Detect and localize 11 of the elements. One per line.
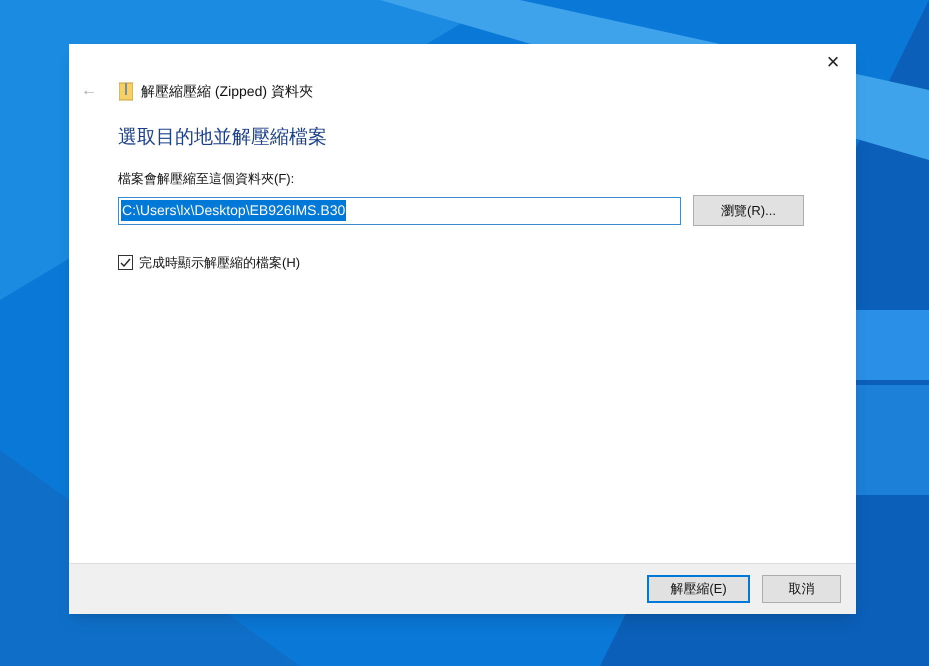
dialog-button[interactable]: 取消 xyxy=(762,575,841,603)
checkbox-label: 完成時顯示解壓縮的檔案(H) xyxy=(139,254,300,272)
dialog-heading: 選取目的地並解壓縮檔案 xyxy=(118,126,328,150)
destination-field[interactable]: C:\Users\lx\Desktop\EB926IMS.B30 xyxy=(118,196,681,224)
browse-button[interactable]: 瀏覽(R)... xyxy=(693,195,804,226)
zipped-folder-icon xyxy=(119,82,133,100)
dialog-button[interactable]: 解壓縮(E) xyxy=(647,575,750,603)
destination-label: 檔案會解壓縮至這個資料夾(F): xyxy=(118,170,296,188)
checkbox[interactable] xyxy=(118,255,133,270)
close-button[interactable]: × xyxy=(810,44,856,80)
window-title: 解壓縮壓縮 (Zipped) 資料夾 xyxy=(141,82,313,101)
